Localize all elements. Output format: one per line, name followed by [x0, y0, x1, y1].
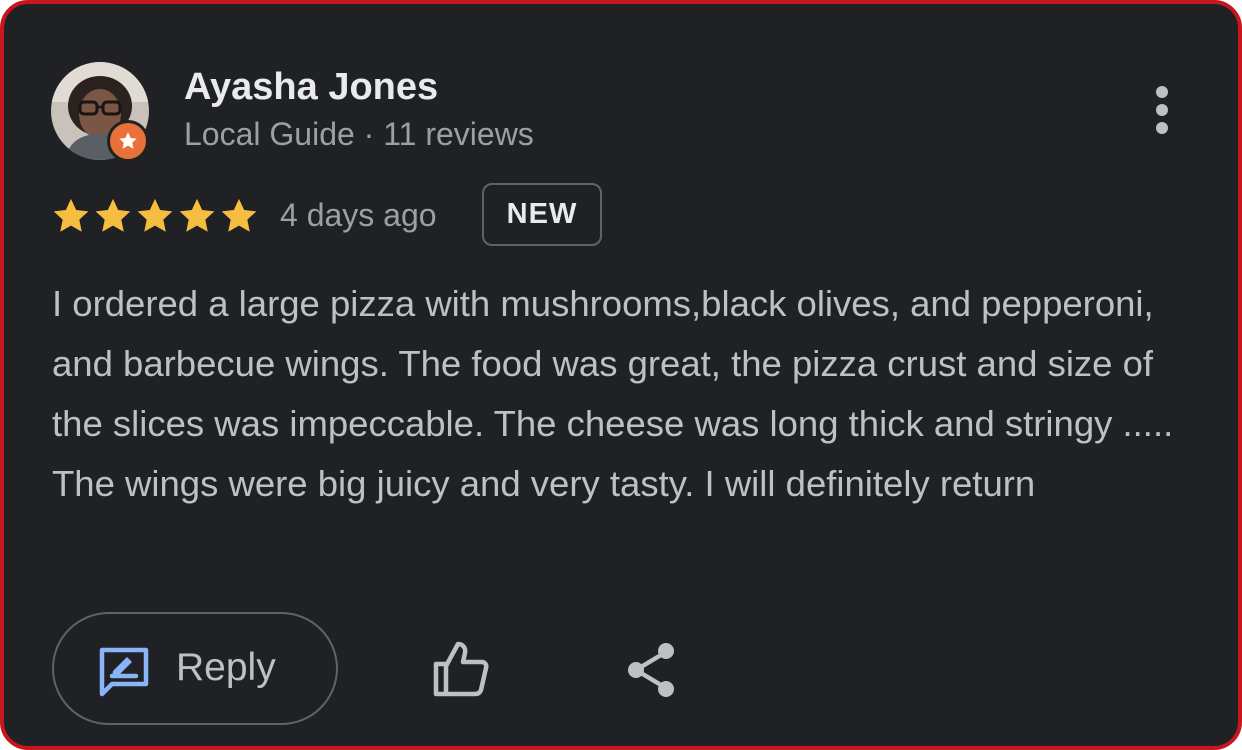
more-vert-icon[interactable]	[1142, 84, 1182, 144]
local-guide-star-icon	[107, 120, 149, 162]
reviewer-meta[interactable]: Local Guide · 11 reviews	[184, 116, 534, 153]
reply-icon	[99, 647, 149, 697]
reviewer-avatar[interactable]	[51, 62, 149, 162]
thumbs-up-icon[interactable]	[428, 636, 492, 700]
star-icon	[221, 198, 257, 232]
reply-button[interactable]: Reply	[52, 612, 338, 725]
review-date: 4 days ago	[280, 197, 437, 233]
star-icon	[179, 198, 215, 232]
star-icon	[137, 198, 173, 232]
star-rating	[50, 195, 260, 239]
share-icon[interactable]	[622, 640, 682, 700]
review-card: Ayasha Jones Local Guide · 11 reviews 4 …	[0, 0, 1242, 750]
review-text: I ordered a large pizza with mushrooms,b…	[52, 283, 1174, 504]
star-icon	[53, 198, 89, 232]
star-icon	[95, 198, 131, 232]
reviewer-name[interactable]: Ayasha Jones	[184, 66, 438, 109]
reply-label: Reply	[176, 646, 276, 689]
new-badge: NEW	[482, 183, 602, 246]
